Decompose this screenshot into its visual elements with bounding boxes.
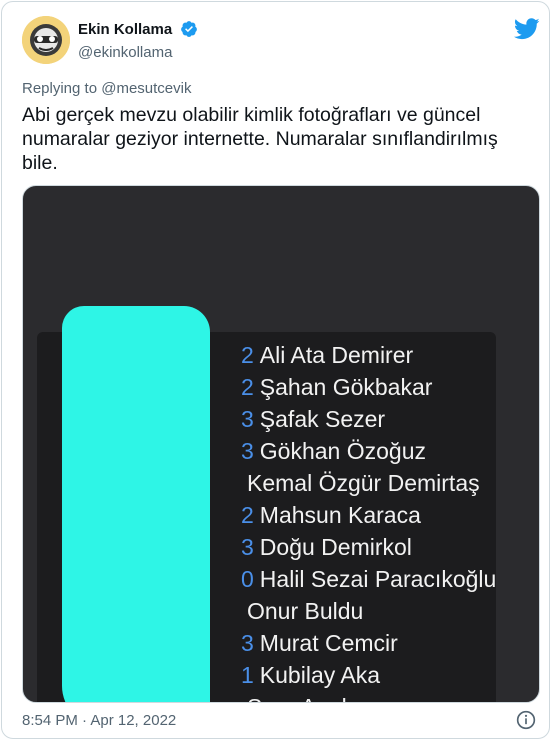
tweet-media-image[interactable]: 2 Ali Ata Demirer 2 Şahan Gökbakar 3 Şafak …	[22, 185, 540, 703]
contact-row: 3 Doğu Demirkol	[241, 534, 412, 560]
avatar[interactable]	[22, 16, 70, 64]
tweet-timestamp[interactable]: 8:54 PM · Apr 12, 2022	[22, 712, 176, 729]
replying-to: Replying to @mesutcevik	[22, 80, 191, 97]
avatar-illustration-icon	[22, 16, 70, 64]
contact-row: 0 Halil Sezai Paracıkoğlu	[241, 566, 497, 592]
contact-row: 2 Şahan Gökbakar	[241, 374, 433, 400]
contact-row: 3 Şafak Sezer	[241, 406, 386, 432]
twitter-bird-icon[interactable]	[514, 18, 540, 40]
contact-row: 2 Mahsun Karaca	[241, 502, 421, 528]
tweet-card: Ekin Kollama @ekinkollama Replying to @m…	[1, 1, 550, 739]
replying-to-label: Replying to	[22, 80, 98, 97]
author-name-row: Ekin Kollama	[78, 20, 198, 38]
contact-row: 1 Kubilay Aka	[241, 662, 380, 688]
author-name[interactable]: Ekin Kollama	[78, 21, 172, 38]
contact-row: Onur Buldu	[247, 598, 364, 624]
contact-row: 3 Gökhan Özoğuz	[241, 438, 427, 464]
info-icon[interactable]	[516, 710, 536, 730]
contact-row: Serp Apak	[241, 694, 353, 702]
reply-mention-link[interactable]: @mesutcevik	[101, 80, 191, 97]
tweet-text: Abi gerçek mevzu olabilir kimlik fotoğra…	[22, 104, 498, 174]
contact-row: 2 Ali Ata Demirer	[241, 342, 414, 368]
contact-row: Kemal Özgür Demirtaş	[247, 470, 480, 496]
author-handle[interactable]: @ekinkollama	[78, 44, 172, 61]
redaction-overlay	[62, 306, 210, 702]
verified-badge-icon	[180, 21, 197, 37]
contact-row: 3 Murat Cemcir	[241, 630, 398, 656]
